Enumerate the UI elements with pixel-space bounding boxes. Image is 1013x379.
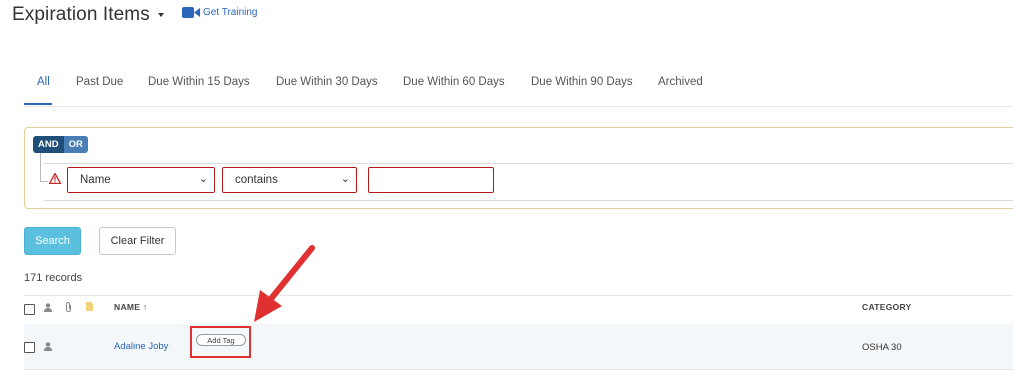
filter-operator-select[interactable]: contains ⌄ — [222, 167, 357, 193]
title-dropdown-caret-icon[interactable] — [158, 13, 164, 17]
and-button[interactable]: AND — [33, 136, 64, 153]
filter-field-value: Name — [80, 174, 111, 186]
search-button[interactable]: Search — [24, 227, 81, 255]
tab-all[interactable]: All — [37, 76, 50, 88]
user-icon — [44, 342, 52, 351]
annotation-highlight-box — [190, 326, 251, 358]
row-checkbox[interactable] — [24, 342, 35, 353]
chevron-down-icon: ⌄ — [198, 173, 208, 185]
employee-name-link[interactable]: Adaline Joby — [114, 341, 168, 352]
get-training-link[interactable]: Get Training — [203, 7, 257, 18]
or-button[interactable]: OR — [63, 136, 88, 153]
page-title: Expiration Items — [12, 4, 150, 25]
tab-archived[interactable]: Archived — [658, 76, 703, 88]
filter-operator-value: contains — [235, 174, 278, 186]
filter-value-input[interactable] — [368, 167, 494, 193]
chevron-down-icon: ⌄ — [340, 173, 350, 185]
tab-past-due[interactable]: Past Due — [76, 76, 123, 88]
clear-filter-button[interactable]: Clear Filter — [99, 227, 176, 255]
filter-field-select[interactable]: Name ⌄ — [67, 167, 215, 193]
active-tab-indicator — [24, 103, 52, 105]
tree-connector — [40, 153, 41, 181]
name-column-header[interactable]: NAME ↑ — [114, 302, 147, 312]
select-all-checkbox[interactable] — [24, 304, 35, 315]
tab-due-90[interactable]: Due Within 90 Days — [531, 76, 633, 88]
note-icon — [86, 302, 93, 311]
video-camera-icon[interactable] — [182, 7, 200, 18]
paperclip-icon — [66, 302, 71, 312]
category-cell: OSHA 30 — [862, 342, 902, 353]
and-or-toggle: AND OR — [33, 136, 88, 153]
user-icon — [44, 303, 52, 312]
tab-bar: All Past Due Due Within 15 Days Due With… — [24, 76, 1013, 107]
records-count: 171 records — [24, 272, 83, 284]
tab-due-60[interactable]: Due Within 60 Days — [403, 76, 505, 88]
tab-due-15[interactable]: Due Within 15 Days — [148, 76, 250, 88]
tab-due-30[interactable]: Due Within 30 Days — [276, 76, 378, 88]
category-column-header[interactable]: CATEGORY — [862, 302, 912, 312]
warning-icon — [49, 173, 61, 184]
annotation-arrow-icon — [254, 245, 315, 322]
